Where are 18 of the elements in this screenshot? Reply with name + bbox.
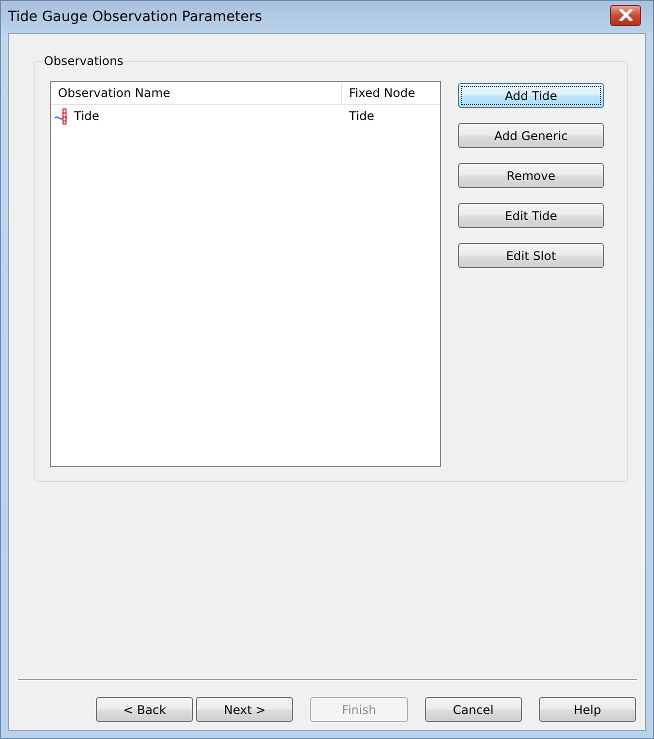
- footer-button[interactable]: Next >: [196, 697, 294, 722]
- window-title: Tide Gauge Observation Parameters: [8, 9, 262, 25]
- column-header[interactable]: Observation Name: [51, 82, 342, 104]
- action-button[interactable]: Edit Slot: [458, 243, 604, 268]
- action-button[interactable]: Edit Tide: [458, 203, 604, 228]
- list-row[interactable]: Tide Tide: [51, 105, 440, 127]
- action-button[interactable]: Add Generic: [458, 123, 604, 148]
- table-cell-text: Tide: [348, 109, 374, 123]
- footer-button[interactable]: Cancel: [424, 697, 522, 722]
- footer-button[interactable]: Help: [538, 697, 636, 722]
- table-cell: Tide: [74, 109, 100, 123]
- close-icon: [618, 9, 632, 21]
- close-button[interactable]: [610, 4, 641, 26]
- action-button[interactable]: Add Tide: [458, 83, 604, 108]
- action-button[interactable]: Remove: [458, 163, 604, 188]
- column-header[interactable]: Fixed Node: [342, 82, 440, 104]
- footer-button[interactable]: < Back: [96, 697, 194, 722]
- group-title: Observations: [42, 54, 126, 68]
